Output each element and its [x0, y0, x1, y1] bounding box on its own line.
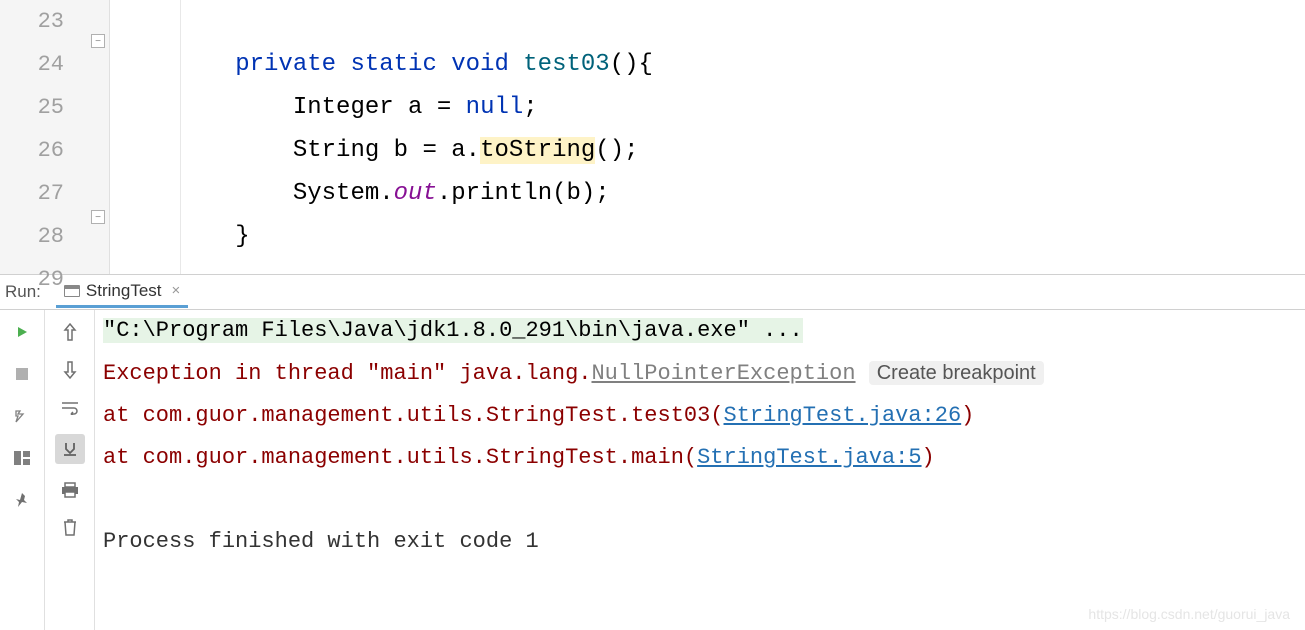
create-breakpoint-button[interactable]: Create breakpoint	[869, 361, 1044, 385]
line-number: 28	[0, 215, 64, 258]
console-line: "C:\Program Files\Java\jdk1.8.0_291\bin\…	[103, 310, 1297, 352]
code-line[interactable]: private static void test03(){	[120, 43, 1305, 86]
line-number: 27	[0, 172, 64, 215]
console-line	[103, 479, 1297, 521]
stack-trace-link[interactable]: StringTest.java:26	[724, 403, 962, 428]
code-line[interactable]: }	[120, 215, 1305, 258]
run-label: Run:	[5, 282, 41, 302]
code-editor[interactable]: 23 24 25 26 27 28 29 − − private static …	[0, 0, 1305, 275]
console-line: at com.guor.management.utils.StringTest.…	[103, 437, 1297, 479]
rerun-button[interactable]	[10, 320, 34, 344]
watermark: https://blog.csdn.net/guorui_java	[1088, 606, 1290, 622]
fold-expand-icon[interactable]: −	[91, 210, 105, 224]
run-panel: Run: StringTest ×	[0, 275, 1305, 630]
fold-column: − −	[89, 0, 109, 274]
line-number: 25	[0, 86, 64, 129]
line-numbers: 23 24 25 26 27 28 29	[0, 0, 89, 274]
code-line[interactable]	[120, 258, 1305, 301]
code-area[interactable]: private static void test03(){ Integer a …	[110, 0, 1305, 274]
stop-button[interactable]	[10, 362, 34, 386]
console-line: Exception in thread "main" java.lang.Nul…	[103, 352, 1297, 395]
editor-gutter: 23 24 25 26 27 28 29 − −	[0, 0, 110, 274]
line-number: 24	[0, 43, 64, 86]
run-toolbar-secondary	[45, 310, 95, 630]
scroll-down-button[interactable]	[58, 358, 82, 382]
code-line[interactable]: Integer a = null;	[120, 86, 1305, 129]
exception-link[interactable]: NullPointerException	[591, 361, 855, 386]
run-body: "C:\Program Files\Java\jdk1.8.0_291\bin\…	[0, 310, 1305, 630]
run-toolbar-primary	[0, 310, 45, 630]
code-line[interactable]: String b = a.toString();	[120, 129, 1305, 172]
console-line: Process finished with exit code 1	[103, 521, 1297, 563]
code-line[interactable]	[120, 0, 1305, 43]
soft-wrap-button[interactable]	[58, 396, 82, 420]
print-button[interactable]	[58, 478, 82, 502]
line-number: 23	[0, 0, 64, 43]
console-line: at com.guor.management.utils.StringTest.…	[103, 395, 1297, 437]
pin-button[interactable]	[10, 488, 34, 512]
application-icon	[64, 285, 80, 297]
line-number: 26	[0, 129, 64, 172]
layout-button[interactable]	[10, 446, 34, 470]
trash-button[interactable]	[58, 516, 82, 540]
debug-button[interactable]	[10, 404, 34, 428]
console-output[interactable]: "C:\Program Files\Java\jdk1.8.0_291\bin\…	[95, 310, 1305, 630]
code-line[interactable]: System.out.println(b);	[120, 172, 1305, 215]
stack-trace-link[interactable]: StringTest.java:5	[697, 445, 921, 470]
scroll-to-end-button[interactable]	[55, 434, 85, 464]
fold-collapse-icon[interactable]: −	[91, 34, 105, 48]
scroll-up-button[interactable]	[58, 320, 82, 344]
